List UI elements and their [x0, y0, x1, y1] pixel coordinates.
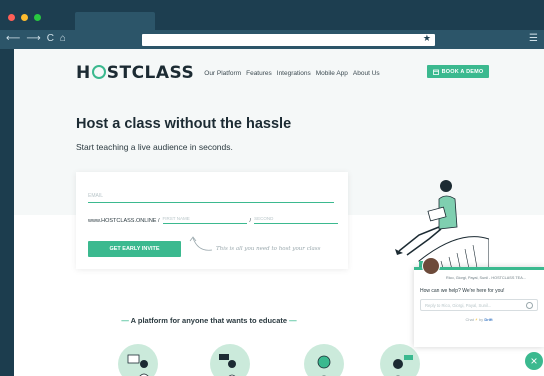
- section-tagline: — A platform for anyone that wants to ed…: [14, 316, 404, 325]
- get-early-invite-button[interactable]: GET EARLY INVITE: [88, 241, 181, 257]
- forward-icon[interactable]: ⟶: [26, 32, 40, 46]
- chat-team-names: Rico, Giorgi, Payal, Sunil - HOSTCLASS T…: [446, 276, 526, 280]
- close-window-dot[interactable]: [8, 14, 15, 21]
- bolt-icon: ⚡: [475, 317, 478, 322]
- window-controls: [8, 14, 41, 21]
- browser-menu-icon[interactable]: ☰: [529, 33, 538, 44]
- home-icon[interactable]: ⌂: [60, 32, 66, 46]
- book-demo-label: BOOK A DEMO: [441, 68, 484, 75]
- nav-link-mobile-app[interactable]: Mobile App: [316, 70, 348, 77]
- calendar-icon: [432, 69, 439, 75]
- chat-reply-placeholder: Reply to Rico, Giorgi, Payal, Sunil...: [425, 303, 492, 308]
- nav-link-features[interactable]: Features: [246, 70, 272, 77]
- emoji-icon[interactable]: [526, 301, 533, 309]
- audience-teacher-icon: [118, 344, 158, 376]
- url-slash: /: [249, 218, 252, 224]
- logo-text-right: STCLASS: [106, 63, 195, 83]
- agent-avatar: [422, 257, 440, 275]
- nav-links: Our Platform Features Integrations Mobil…: [204, 70, 379, 77]
- browser-tab[interactable]: [75, 12, 155, 30]
- chat-reply-input[interactable]: Reply to Rico, Giorgi, Payal, Sunil...: [420, 299, 538, 311]
- nav-link-our-platform[interactable]: Our Platform: [204, 70, 241, 77]
- site-nav: H STCLASS Our Platform Features Integrati…: [76, 63, 380, 83]
- maximize-window-dot[interactable]: [34, 14, 41, 21]
- drift-chat-widget: Rico, Giorgi, Payal, Sunil - HOSTCLASS T…: [414, 257, 544, 347]
- chat-footer-by: by: [478, 317, 484, 322]
- address-bar[interactable]: ★: [142, 33, 435, 46]
- hero-subtitle: Start teaching a live audience in second…: [76, 142, 233, 152]
- book-demo-button[interactable]: BOOK A DEMO: [427, 65, 489, 78]
- reload-icon[interactable]: C: [47, 32, 54, 46]
- nav-link-about-us[interactable]: About Us: [353, 70, 380, 77]
- logo-ring-icon: [91, 65, 106, 79]
- audience-presenter-icon: [210, 344, 250, 376]
- chat-welcome-message: How can we help? We're here for you!: [420, 288, 505, 294]
- logo-text-left: H: [76, 63, 91, 83]
- signup-form: EMAIL www.HOSTCLASS.ONLINE / FIRST NAME …: [76, 172, 348, 269]
- tagline-text: A platform for anyone that wants to educ…: [130, 316, 288, 325]
- tagline-dash-right: —: [289, 316, 297, 325]
- audience-student-icon: [304, 344, 344, 376]
- bookmark-star-icon[interactable]: ★: [423, 33, 431, 44]
- hero-title: Host a class without the hassle: [76, 116, 292, 132]
- minimize-window-dot[interactable]: [21, 14, 28, 21]
- tagline-dash-left: —: [121, 316, 129, 325]
- url-prefix: www.HOSTCLASS.ONLINE /: [88, 218, 160, 224]
- nav-link-integrations[interactable]: Integrations: [277, 70, 311, 77]
- chat-powered-by: Chat ⚡ by Drift: [414, 317, 544, 322]
- second-name-input[interactable]: SECOND: [254, 216, 339, 224]
- audience-coach-icon: [380, 344, 420, 376]
- back-icon[interactable]: ⟵: [6, 32, 20, 46]
- first-name-input[interactable]: FIRST NAME: [162, 216, 247, 224]
- drift-link[interactable]: Drift: [484, 317, 492, 322]
- chat-footer-prefix: Chat: [465, 317, 474, 322]
- curved-arrow-icon: [189, 236, 213, 251]
- form-hint: This is all you need to host your class: [216, 246, 321, 252]
- email-input[interactable]: EMAIL: [88, 189, 334, 203]
- browser-nav-buttons: ⟵ ⟶ C ⌂: [6, 32, 66, 46]
- chat-close-icon[interactable]: ×: [525, 352, 543, 370]
- browser-chrome: ⟵ ⟶ C ⌂ ★ ☰: [0, 0, 544, 49]
- class-url-row: www.HOSTCLASS.ONLINE / FIRST NAME / SECO…: [88, 216, 339, 224]
- hostclass-logo[interactable]: H STCLASS: [76, 63, 194, 83]
